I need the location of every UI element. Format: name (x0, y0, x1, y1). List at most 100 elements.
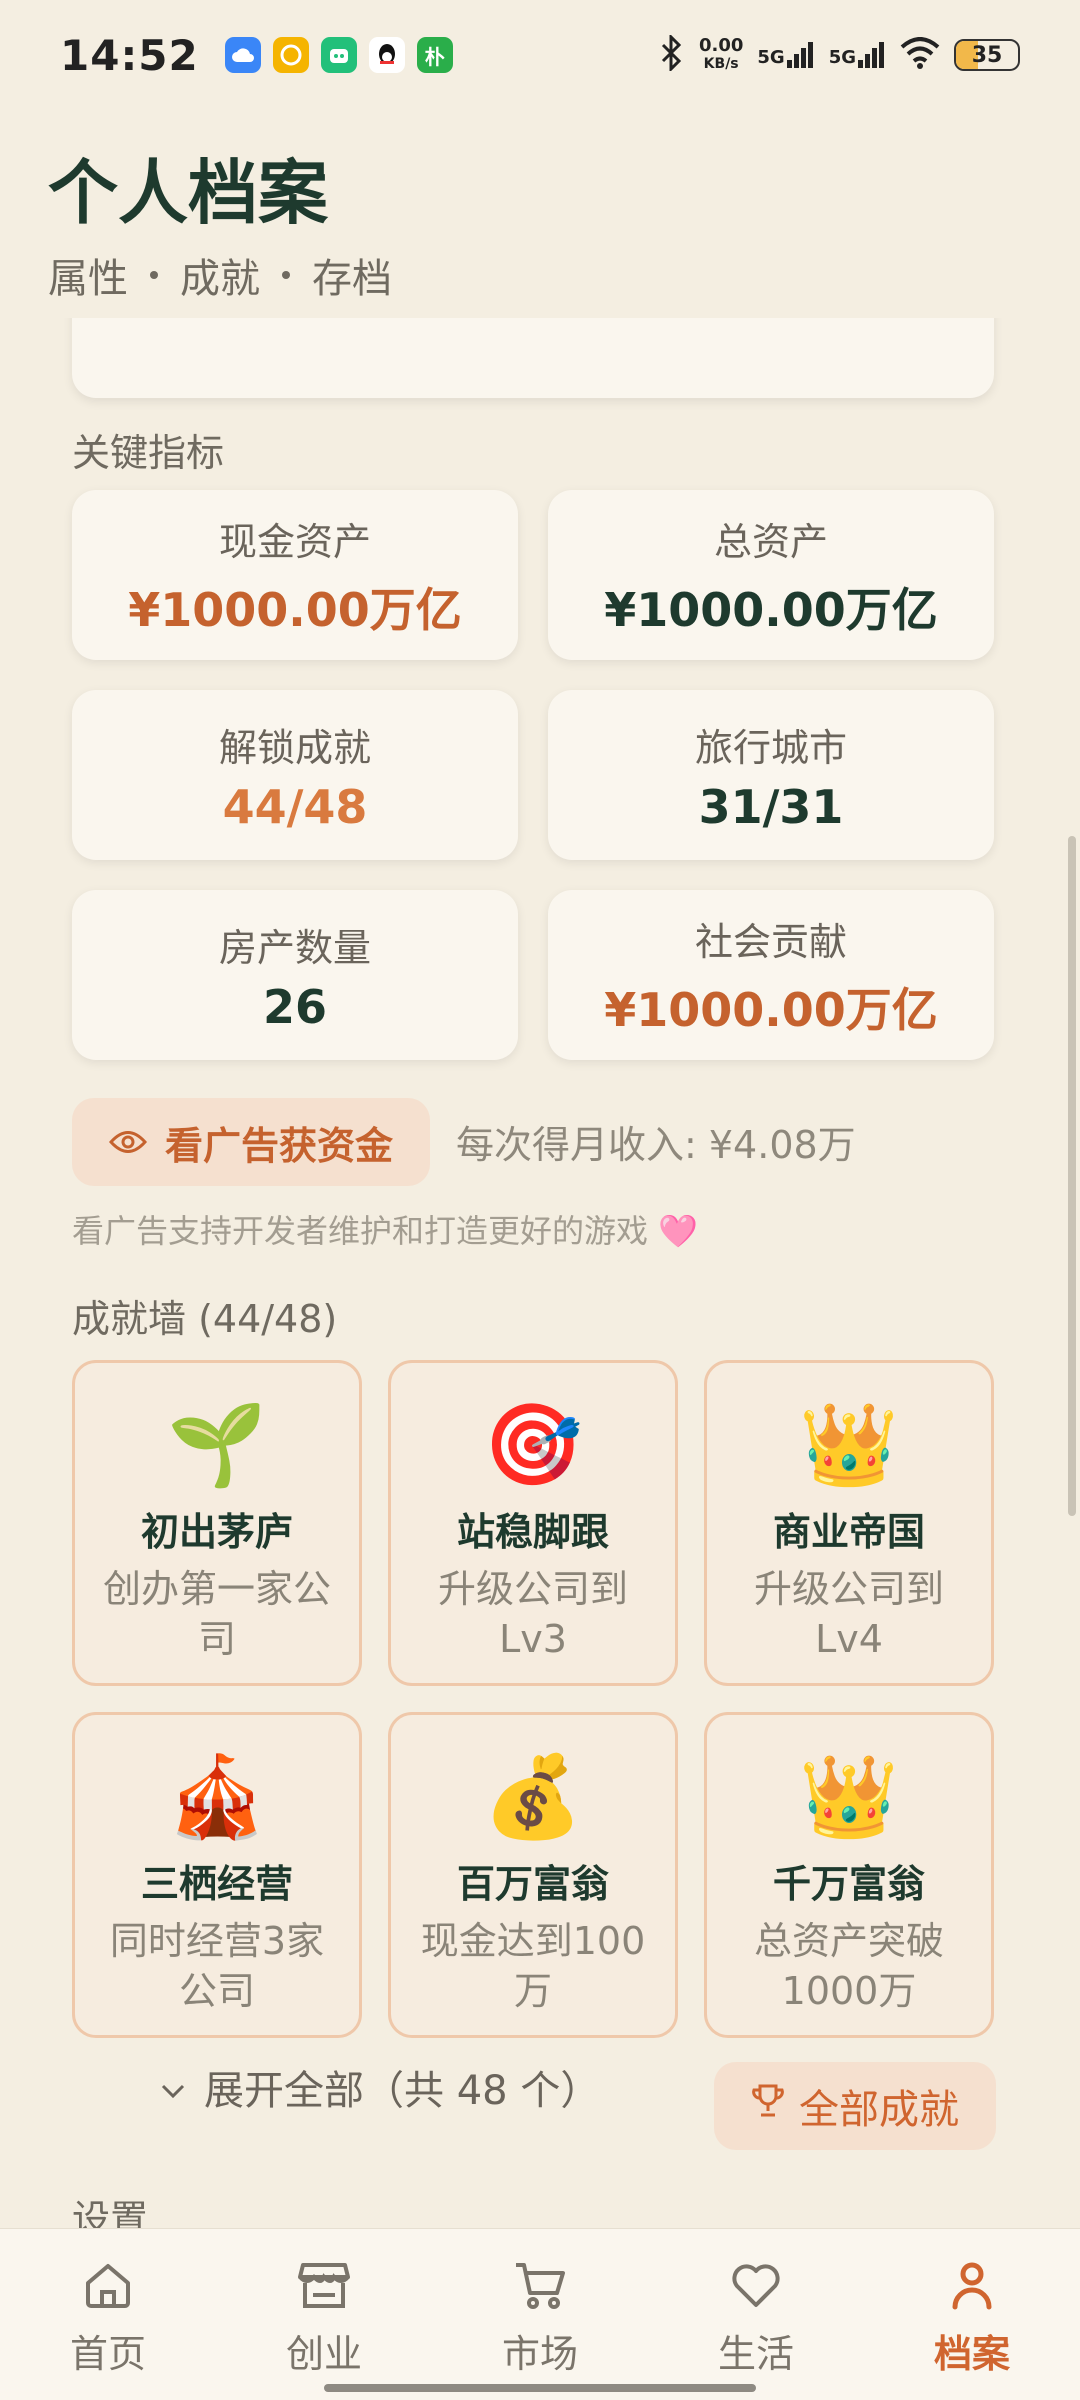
circus-tent-icon: 🎪 (167, 1750, 267, 1843)
network-speed: 0.00 KB/s (699, 37, 743, 73)
home-icon (82, 2259, 134, 2315)
nav-label: 创业 (285, 2332, 362, 2376)
achievement-description: 现金达到100万 (420, 1919, 646, 2013)
separator-dot (150, 271, 158, 279)
metric-label: 解锁成就 (218, 725, 371, 770)
achievement-name: 三栖经营 (140, 1862, 293, 1906)
seedling-icon: 🌱 (167, 1398, 267, 1491)
profile-scroll-area[interactable]: 关键指标 现金资产 ¥1000.00万亿 总资产 ¥1000.00万亿 解锁成就… (0, 318, 1080, 2228)
watch-ad-label: 看广告获资金 (164, 1123, 393, 1168)
signal-bars-icon (786, 42, 813, 68)
metric-value: 31/31 (698, 779, 844, 834)
achievement-name: 百万富翁 (456, 1862, 609, 1906)
metric-travel-cities: 旅行城市 31/31 (548, 690, 994, 860)
ad-support-note: 看广告支持开发者维护和打造更好的游戏 🩷 (72, 1212, 699, 1250)
achievement-card[interactable]: 🎪 三栖经营 同时经营3家公司 (72, 1712, 362, 2038)
subtitle-saves: 存档 (312, 256, 392, 302)
expand-all-label: 展开全部（共 48 个） (204, 2068, 601, 2114)
achievement-description: 同时经营3家公司 (109, 1919, 325, 2013)
achievement-name: 商业帝国 (772, 1510, 925, 1554)
subtitle-attributes: 属性 (48, 256, 128, 302)
metric-property-count: 房产数量 26 (72, 890, 518, 1060)
qq-app-icon (368, 37, 405, 73)
watch-ad-button[interactable]: 看广告获资金 (72, 1098, 430, 1186)
battery-level-text: 35 (971, 42, 1003, 68)
nav-business[interactable]: 创业 (224, 2259, 424, 2378)
bluetooth-icon (659, 33, 685, 75)
page-subtitle: 属性 成就 存档 (48, 246, 392, 304)
previous-card-bottom (72, 318, 994, 398)
nav-label: 市场 (501, 2332, 578, 2376)
achievement-card[interactable]: 👑 千万富翁 总资产突破1000万 (704, 1712, 994, 2038)
achievement-description: 总资产突破1000万 (753, 1919, 944, 2013)
separator-dot (282, 271, 290, 279)
achievement-name: 初出茅庐 (140, 1510, 293, 1554)
target-icon: 🎯 (483, 1398, 583, 1491)
achievement-name: 千万富翁 (772, 1862, 925, 1906)
metric-label: 房产数量 (218, 925, 371, 970)
nav-life[interactable]: 生活 (656, 2259, 856, 2378)
metric-achievements-unlocked: 解锁成就 44/48 (72, 690, 518, 860)
achievement-card[interactable]: 💰 百万富翁 现金达到100万 (388, 1712, 678, 2038)
page-title: 个人档案 (48, 151, 328, 234)
cloud-app-icon (224, 37, 261, 73)
network-speed-value: 0.00 (698, 35, 744, 56)
battery-indicator: 35 (954, 39, 1020, 71)
metric-label: 社会贡献 (694, 919, 847, 964)
achievement-description: 升级公司到Lv3 (437, 1567, 628, 1661)
signal-bars-icon (858, 42, 884, 68)
metric-value: 26 (262, 979, 327, 1034)
metric-value: ¥1000.00万亿 (128, 582, 462, 637)
clock: 14:52 (60, 30, 199, 80)
achievement-description: 创办第一家公司 (102, 1567, 331, 1661)
nav-home[interactable]: 首页 (8, 2259, 208, 2378)
achievement-name: 站稳脚跟 (456, 1510, 609, 1554)
status-bar: 14:52 朴 0.00 KB/s 5G 5G 35 (0, 0, 1080, 110)
signal-2: 5G (829, 42, 886, 68)
eye-icon (108, 1120, 147, 1164)
expand-all-button[interactable]: 展开全部（共 48 个） (160, 2058, 600, 2116)
bottom-nav: 首页 创业 市场 生活 档案 (0, 2228, 1080, 2400)
shop-icon (297, 2259, 351, 2315)
network-speed-unit: KB/s (703, 56, 739, 72)
achievement-card[interactable]: 🎯 站稳脚跟 升级公司到Lv3 (388, 1360, 678, 1686)
all-achievements-label: 全部成就 (799, 2087, 959, 2133)
home-indicator[interactable] (324, 2384, 756, 2392)
cat-app-icon (320, 37, 357, 73)
metric-value: ¥1000.00万亿 (604, 582, 938, 637)
coin-app-icon (272, 37, 309, 73)
cart-icon (513, 2259, 567, 2315)
ad-income-text: 每次得月收入: ¥4.08万 (456, 1123, 856, 1167)
metric-total-assets: 总资产 ¥1000.00万亿 (548, 490, 994, 660)
metric-label: 总资产 (713, 519, 828, 564)
status-bar-left: 14:52 朴 (60, 31, 453, 80)
nav-label: 生活 (717, 2332, 794, 2376)
subtitle-achievements: 成就 (180, 256, 260, 302)
pdd-app-icon: 朴 (416, 37, 453, 73)
achievement-card[interactable]: 🌱 初出茅庐 创办第一家公司 (72, 1360, 362, 1686)
status-bar-right: 0.00 KB/s 5G 5G 35 (659, 33, 1020, 75)
nav-profile[interactable]: 档案 (872, 2259, 1072, 2378)
page-header: 个人档案 属性 成就 存档 (48, 148, 392, 304)
achievement-description: 升级公司到Lv4 (753, 1567, 944, 1661)
signal-1-label: 5G (757, 47, 785, 68)
wifi-icon (900, 37, 940, 73)
nav-label: 首页 (69, 2332, 146, 2376)
heart-icon (729, 2259, 783, 2315)
metric-label: 旅行城市 (694, 725, 847, 770)
nav-market[interactable]: 市场 (440, 2259, 640, 2378)
signal-2-label: 5G (828, 47, 856, 68)
metric-social-contribution: 社会贡献 ¥1000.00万亿 (548, 890, 994, 1060)
metric-label: 现金资产 (218, 519, 371, 564)
key-metrics-label: 关键指标 (72, 431, 225, 475)
signal-1: 5G (757, 42, 814, 68)
achievement-card[interactable]: 👑 商业帝国 升级公司到Lv4 (704, 1360, 994, 1686)
achievement-wall-label: 成就墙 (44/48) (72, 1297, 338, 1341)
metric-value: 44/48 (222, 779, 368, 834)
crown-icon: 👑 (799, 1398, 899, 1491)
metric-value: ¥1000.00万亿 (604, 982, 938, 1037)
nav-label: 档案 (933, 2332, 1010, 2376)
all-achievements-button[interactable]: 全部成就 (714, 2062, 996, 2150)
scrollbar[interactable] (1068, 836, 1076, 1516)
trophy-icon (751, 2083, 785, 2129)
